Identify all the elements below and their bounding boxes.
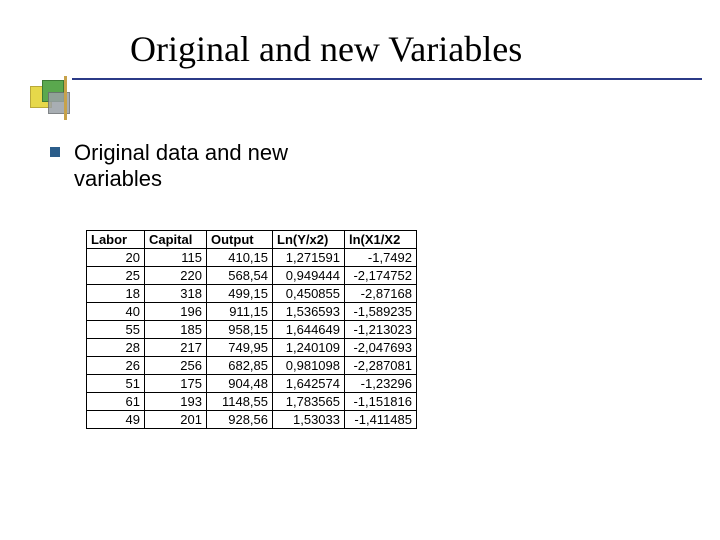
table-cell: -1,151816 xyxy=(345,393,417,411)
table-cell: 115 xyxy=(145,249,207,267)
table-cell: 911,15 xyxy=(207,303,273,321)
table-cell: 410,15 xyxy=(207,249,273,267)
table-cell: 217 xyxy=(145,339,207,357)
table-cell: -1,213023 xyxy=(345,321,417,339)
table-row: 28217749,951,240109-2,047693 xyxy=(87,339,417,357)
col-header: Capital xyxy=(145,231,207,249)
table-cell: -1,589235 xyxy=(345,303,417,321)
table-cell: 1,642574 xyxy=(273,375,345,393)
col-header: Output xyxy=(207,231,273,249)
table-cell: 1,53033 xyxy=(273,411,345,429)
corner-decoration xyxy=(30,80,70,120)
page-title: Original and new Variables xyxy=(130,28,522,70)
table-cell: -1,411485 xyxy=(345,411,417,429)
table-cell: 568,54 xyxy=(207,267,273,285)
table-cell: 0,450855 xyxy=(273,285,345,303)
table-cell: 61 xyxy=(87,393,145,411)
table-row: 40196911,151,536593-1,589235 xyxy=(87,303,417,321)
table-cell: 749,95 xyxy=(207,339,273,357)
deco-bar xyxy=(64,76,67,120)
table-cell: 0,981098 xyxy=(273,357,345,375)
table-cell: 1,536593 xyxy=(273,303,345,321)
table-cell: 928,56 xyxy=(207,411,273,429)
table-cell: 20 xyxy=(87,249,145,267)
table-cell: 55 xyxy=(87,321,145,339)
table-body: 20115410,151,271591-1,749225220568,540,9… xyxy=(87,249,417,429)
table-row: 611931148,551,783565-1,151816 xyxy=(87,393,417,411)
col-header: Labor xyxy=(87,231,145,249)
table-cell: 25 xyxy=(87,267,145,285)
title-underline xyxy=(72,78,702,80)
table-row: 49201928,561,53033-1,411485 xyxy=(87,411,417,429)
slide: Original and new Variables Original data… xyxy=(0,0,720,540)
bullet-text: Original data and new variables xyxy=(74,140,334,193)
table-cell: 1,271591 xyxy=(273,249,345,267)
table-cell: 28 xyxy=(87,339,145,357)
table-cell: 1,240109 xyxy=(273,339,345,357)
table-cell: 0,949444 xyxy=(273,267,345,285)
table-header-row: Labor Capital Output Ln(Y/x2) ln(X1/X2 xyxy=(87,231,417,249)
table-cell: 958,15 xyxy=(207,321,273,339)
table-cell: 318 xyxy=(145,285,207,303)
table-row: 55185958,151,644649-1,213023 xyxy=(87,321,417,339)
table-head: Labor Capital Output Ln(Y/x2) ln(X1/X2 xyxy=(87,231,417,249)
table-row: 18318499,150,450855-2,87168 xyxy=(87,285,417,303)
bullet-square-icon xyxy=(50,147,60,157)
data-table: Labor Capital Output Ln(Y/x2) ln(X1/X2 2… xyxy=(86,230,417,429)
table-cell: -2,047693 xyxy=(345,339,417,357)
table-cell: 40 xyxy=(87,303,145,321)
table-cell: 175 xyxy=(145,375,207,393)
body: Original data and new variables xyxy=(50,140,670,193)
table-cell: 196 xyxy=(145,303,207,321)
table-cell: -2,287081 xyxy=(345,357,417,375)
table-cell: -2,87168 xyxy=(345,285,417,303)
table-cell: 18 xyxy=(87,285,145,303)
table-cell: 499,15 xyxy=(207,285,273,303)
data-table-wrap: Labor Capital Output Ln(Y/x2) ln(X1/X2 2… xyxy=(86,230,417,429)
table-cell: 682,85 xyxy=(207,357,273,375)
table-cell: -1,23296 xyxy=(345,375,417,393)
table-cell: 1,783565 xyxy=(273,393,345,411)
table-cell: 1,644649 xyxy=(273,321,345,339)
col-header: Ln(Y/x2) xyxy=(273,231,345,249)
table-row: 26256682,850,981098-2,287081 xyxy=(87,357,417,375)
table-cell: 256 xyxy=(145,357,207,375)
table-cell: 185 xyxy=(145,321,207,339)
table-cell: 51 xyxy=(87,375,145,393)
table-cell: 26 xyxy=(87,357,145,375)
table-cell: 1148,55 xyxy=(207,393,273,411)
table-row: 20115410,151,271591-1,7492 xyxy=(87,249,417,267)
bullet-row: Original data and new variables xyxy=(50,140,670,193)
table-row: 25220568,540,949444-2,174752 xyxy=(87,267,417,285)
table-cell: 193 xyxy=(145,393,207,411)
table-cell: 904,48 xyxy=(207,375,273,393)
col-header: ln(X1/X2 xyxy=(345,231,417,249)
table-row: 51175904,481,642574-1,23296 xyxy=(87,375,417,393)
table-cell: -2,174752 xyxy=(345,267,417,285)
table-cell: 49 xyxy=(87,411,145,429)
table-cell: 201 xyxy=(145,411,207,429)
table-cell: 220 xyxy=(145,267,207,285)
table-cell: -1,7492 xyxy=(345,249,417,267)
